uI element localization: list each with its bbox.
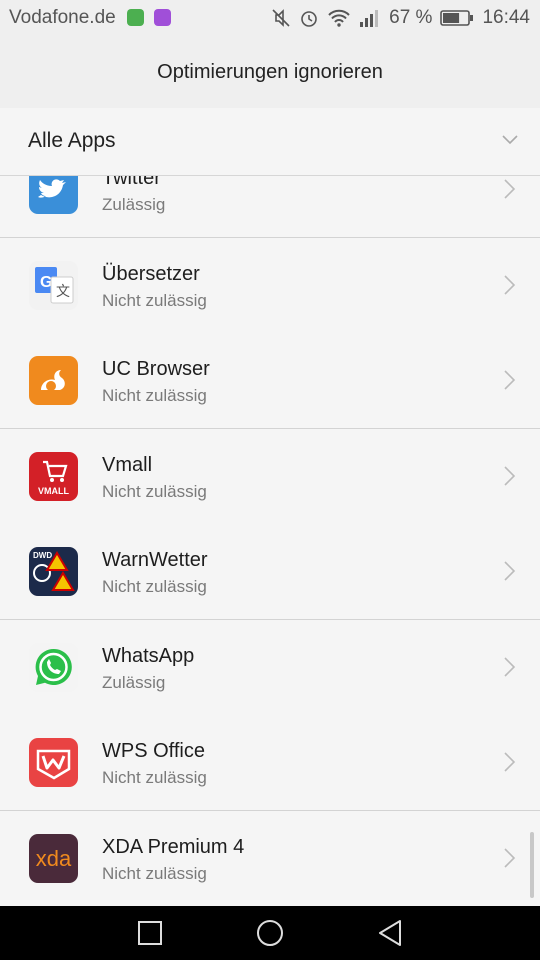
list-item[interactable]: UC Browser Nicht zulässig [0,333,540,429]
app-name: WarnWetter [102,549,208,571]
chevron-down-icon [502,135,518,145]
list-item[interactable]: Twitter Zulässig [0,176,540,238]
clock: 16:44 [482,7,530,28]
app-status: Nicht zulässig [102,481,207,501]
status-bar: Vodafone.de 67 % 16:44 [0,0,540,36]
battery-icon [440,10,474,26]
wps-office-icon [29,738,78,787]
app-name: UC Browser [102,358,210,380]
list-item[interactable]: WPS Office Nicht zulässig [0,715,540,811]
chevron-right-icon [504,656,516,677]
app-status: Nicht zulässig [102,386,207,405]
uc-browser-icon [29,356,78,405]
chevron-right-icon [504,179,516,199]
navigation-bar [0,906,540,960]
app-status: Zulässig [102,195,166,214]
home-button[interactable] [256,919,284,947]
mute-icon [272,9,290,27]
svg-text:VMALL: VMALL [38,486,69,496]
list-item[interactable]: VMALL Vmall Nicht zulässig [0,429,540,525]
twitter-icon [29,176,78,214]
chevron-right-icon [504,274,516,295]
chevron-right-icon [504,370,516,390]
filter-label: Alle Apps [28,129,116,152]
app-name: WhatsApp [102,644,195,667]
app-list[interactable]: Twitter Zulässig G 文 Übersetzer Nicht zulässi… [0,176,540,906]
svg-text:文: 文 [56,284,70,300]
list-item[interactable]: xda XDA Premium 4 Nicht zulässig [0,811,540,907]
recent-apps-button[interactable] [136,919,164,947]
app-name: Vmall [102,453,153,476]
app-name: Twitter [102,176,161,189]
wifi-icon [328,9,350,27]
app-status: Nicht zulässig [102,577,207,596]
app-filter-dropdown[interactable]: Alle Apps [0,108,540,176]
warnwetter-icon: DWD [29,547,78,596]
list-item[interactable]: DWD WarnWetter Nicht zulässig [0,524,540,620]
back-button[interactable] [376,919,404,947]
chevron-right-icon [504,561,516,581]
title-bar: Optimierungen ignorieren [0,36,540,109]
vmall-icon: VMALL [29,451,78,501]
svg-text:DWD: DWD [33,551,52,560]
chevron-right-icon [504,752,516,772]
alarm-icon [301,11,317,27]
app-name: XDA Premium 4 [102,835,245,858]
app-name: Übersetzer [102,262,200,285]
app-status: Zulässig [102,672,166,692]
google-translate-icon: G文 [29,260,78,310]
chevron-right-icon [504,465,516,486]
carrier-label: Vodafone.de [9,7,116,28]
notification-icon [154,9,171,26]
list-item[interactable]: G 文 Übersetzer Nicht zulässig [0,238,540,334]
list-item[interactable]: WhatsApp Zulässig [0,620,540,716]
app-status: Nicht zulässig [102,768,207,787]
notification-icon [127,9,144,26]
signal-icon [360,10,379,27]
xda-icon: xda [29,833,78,883]
whatsapp-icon [29,642,78,692]
chevron-right-icon [504,847,516,868]
battery-percent: 67 % [389,7,433,28]
app-name: WPS Office [102,740,205,762]
scrollbar[interactable] [530,832,534,898]
app-status: Nicht zulässig [102,863,207,883]
svg-text:xda: xda [36,846,72,871]
app-status: Nicht zulässig [102,290,207,310]
page-title: Optimierungen ignorieren [157,60,383,83]
